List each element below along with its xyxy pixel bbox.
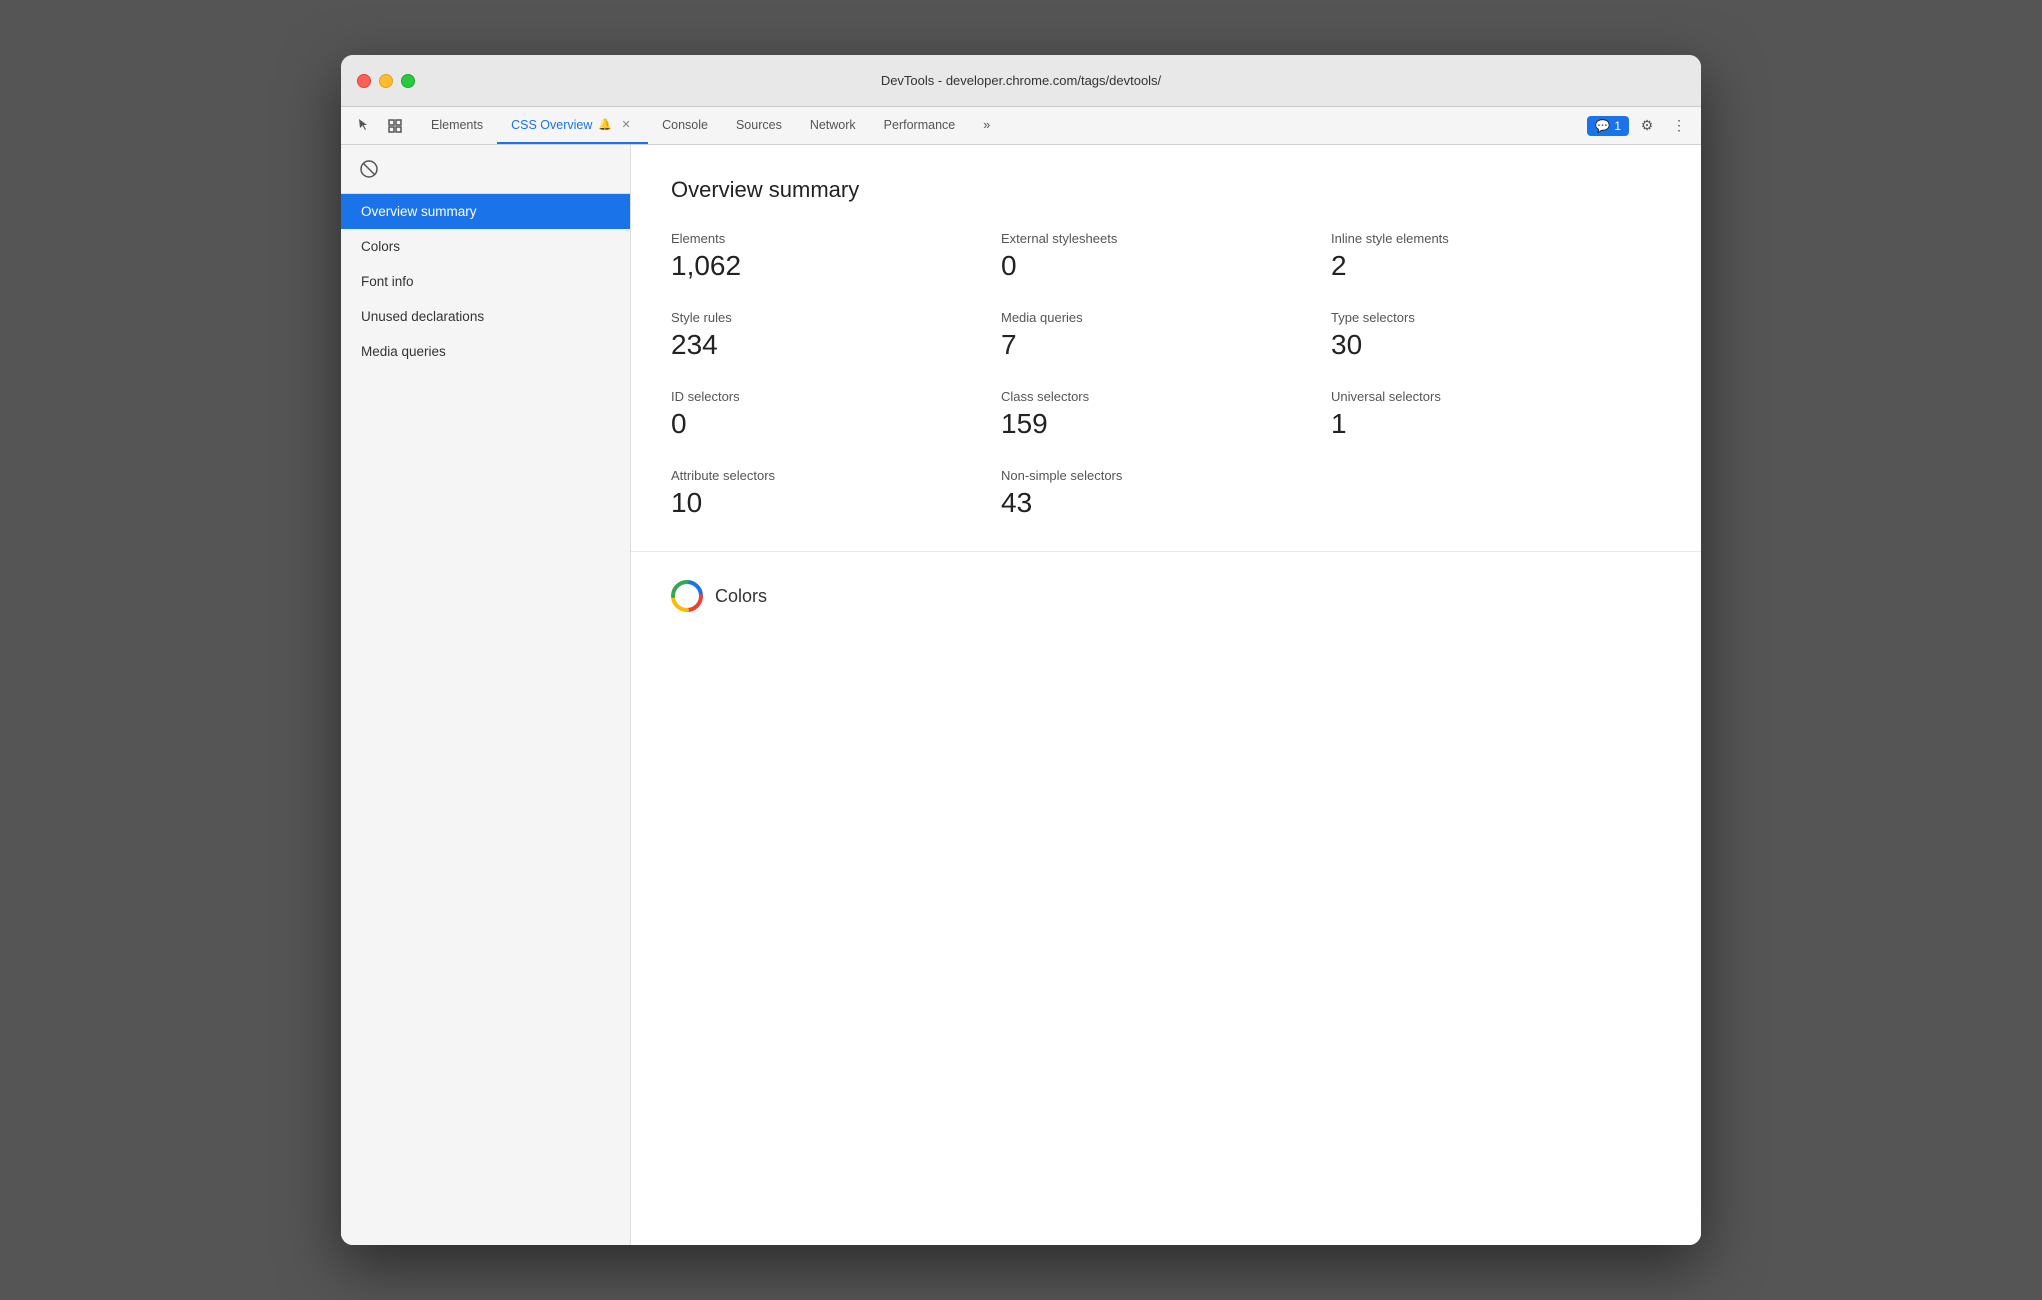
- stat-inline-style-value: 2: [1331, 250, 1661, 282]
- stat-media-queries: Media queries 7: [1001, 310, 1331, 361]
- main-content: Overview summary Colors Font info Unused…: [341, 145, 1701, 1245]
- stat-style-rules-value: 234: [671, 329, 1001, 361]
- overview-summary-section: Overview summary Elements 1,062 External…: [631, 145, 1701, 552]
- stat-elements-value: 1,062: [671, 250, 1001, 282]
- tab-performance[interactable]: Performance: [870, 107, 970, 144]
- close-button[interactable]: [357, 74, 371, 88]
- tabs-container: Elements CSS Overview 🔔 ✕ Console Source…: [417, 107, 1579, 144]
- tab-network[interactable]: Network: [796, 107, 870, 144]
- sidebar-item-font-info[interactable]: Font info: [341, 264, 630, 299]
- title-bar: DevTools - developer.chrome.com/tags/dev…: [341, 55, 1701, 107]
- tab-console[interactable]: Console: [648, 107, 722, 144]
- stat-media-queries-label: Media queries: [1001, 310, 1331, 325]
- stat-attribute-selectors-label: Attribute selectors: [671, 468, 1001, 483]
- feedback-badge[interactable]: 💬 1: [1587, 116, 1629, 136]
- stat-universal-selectors: Universal selectors 1: [1331, 389, 1661, 440]
- bell-icon: 🔔: [598, 118, 612, 131]
- sidebar-header: [341, 145, 630, 194]
- stat-class-selectors-value: 159: [1001, 408, 1331, 440]
- stat-style-rules: Style rules 234: [671, 310, 1001, 361]
- sidebar: Overview summary Colors Font info Unused…: [341, 145, 631, 1245]
- stat-non-simple-selectors-value: 43: [1001, 487, 1331, 519]
- window-title: DevTools - developer.chrome.com/tags/dev…: [357, 73, 1685, 88]
- chat-icon: 💬: [1595, 119, 1610, 133]
- stat-universal-selectors-value: 1: [1331, 408, 1661, 440]
- color-wheel-icon: [671, 580, 703, 612]
- stat-id-selectors-label: ID selectors: [671, 389, 1001, 404]
- stat-external-stylesheets-label: External stylesheets: [1001, 231, 1331, 246]
- cursor-icon[interactable]: [349, 112, 377, 140]
- stat-id-selectors-value: 0: [671, 408, 1001, 440]
- more-options-button[interactable]: ⋮: [1665, 112, 1693, 140]
- stat-class-selectors-label: Class selectors: [1001, 389, 1331, 404]
- content-area[interactable]: Overview summary Elements 1,062 External…: [631, 145, 1701, 1245]
- toolbar-right: 💬 1 ⚙ ⋮: [1579, 107, 1701, 144]
- sidebar-item-overview-summary[interactable]: Overview summary: [341, 194, 630, 229]
- stat-non-simple-selectors-label: Non-simple selectors: [1001, 468, 1331, 483]
- stat-universal-selectors-label: Universal selectors: [1331, 389, 1661, 404]
- stat-attribute-selectors-value: 10: [671, 487, 1001, 519]
- stat-style-rules-label: Style rules: [671, 310, 1001, 325]
- sidebar-item-unused-declarations[interactable]: Unused declarations: [341, 299, 630, 334]
- toolbar-left: [349, 107, 417, 144]
- block-icon: [357, 157, 381, 181]
- stats-grid: Elements 1,062 External stylesheets 0 In…: [671, 231, 1661, 519]
- stat-attribute-selectors: Attribute selectors 10: [671, 468, 1001, 519]
- maximize-button[interactable]: [401, 74, 415, 88]
- minimize-button[interactable]: [379, 74, 393, 88]
- stat-media-queries-value: 7: [1001, 329, 1331, 361]
- devtools-window: DevTools - developer.chrome.com/tags/dev…: [341, 55, 1701, 1245]
- inspect-icon[interactable]: [381, 112, 409, 140]
- stat-elements: Elements 1,062: [671, 231, 1001, 282]
- tab-close-button[interactable]: ✕: [618, 117, 634, 133]
- settings-button[interactable]: ⚙: [1633, 112, 1661, 140]
- tab-css-overview[interactable]: CSS Overview 🔔 ✕: [497, 107, 648, 144]
- stat-type-selectors-label: Type selectors: [1331, 310, 1661, 325]
- traffic-lights: [357, 74, 415, 88]
- stat-id-selectors: ID selectors 0: [671, 389, 1001, 440]
- tab-more[interactable]: »: [969, 107, 1004, 144]
- stat-external-stylesheets: External stylesheets 0: [1001, 231, 1331, 282]
- stat-type-selectors-value: 30: [1331, 329, 1661, 361]
- tab-elements[interactable]: Elements: [417, 107, 497, 144]
- stat-elements-label: Elements: [671, 231, 1001, 246]
- overview-summary-title: Overview summary: [671, 177, 1661, 203]
- tab-bar: Elements CSS Overview 🔔 ✕ Console Source…: [341, 107, 1701, 145]
- stat-type-selectors: Type selectors 30: [1331, 310, 1661, 361]
- colors-section: Colors: [631, 552, 1701, 640]
- stat-inline-style-label: Inline style elements: [1331, 231, 1661, 246]
- colors-header: Colors: [671, 580, 1661, 612]
- stat-non-simple-selectors: Non-simple selectors 43: [1001, 468, 1331, 519]
- sidebar-nav: Overview summary Colors Font info Unused…: [341, 194, 630, 1245]
- stat-external-stylesheets-value: 0: [1001, 250, 1331, 282]
- colors-title: Colors: [715, 586, 767, 607]
- sidebar-item-colors[interactable]: Colors: [341, 229, 630, 264]
- stat-inline-style-elements: Inline style elements 2: [1331, 231, 1661, 282]
- stat-class-selectors: Class selectors 159: [1001, 389, 1331, 440]
- sidebar-item-media-queries[interactable]: Media queries: [341, 334, 630, 369]
- tab-sources[interactable]: Sources: [722, 107, 796, 144]
